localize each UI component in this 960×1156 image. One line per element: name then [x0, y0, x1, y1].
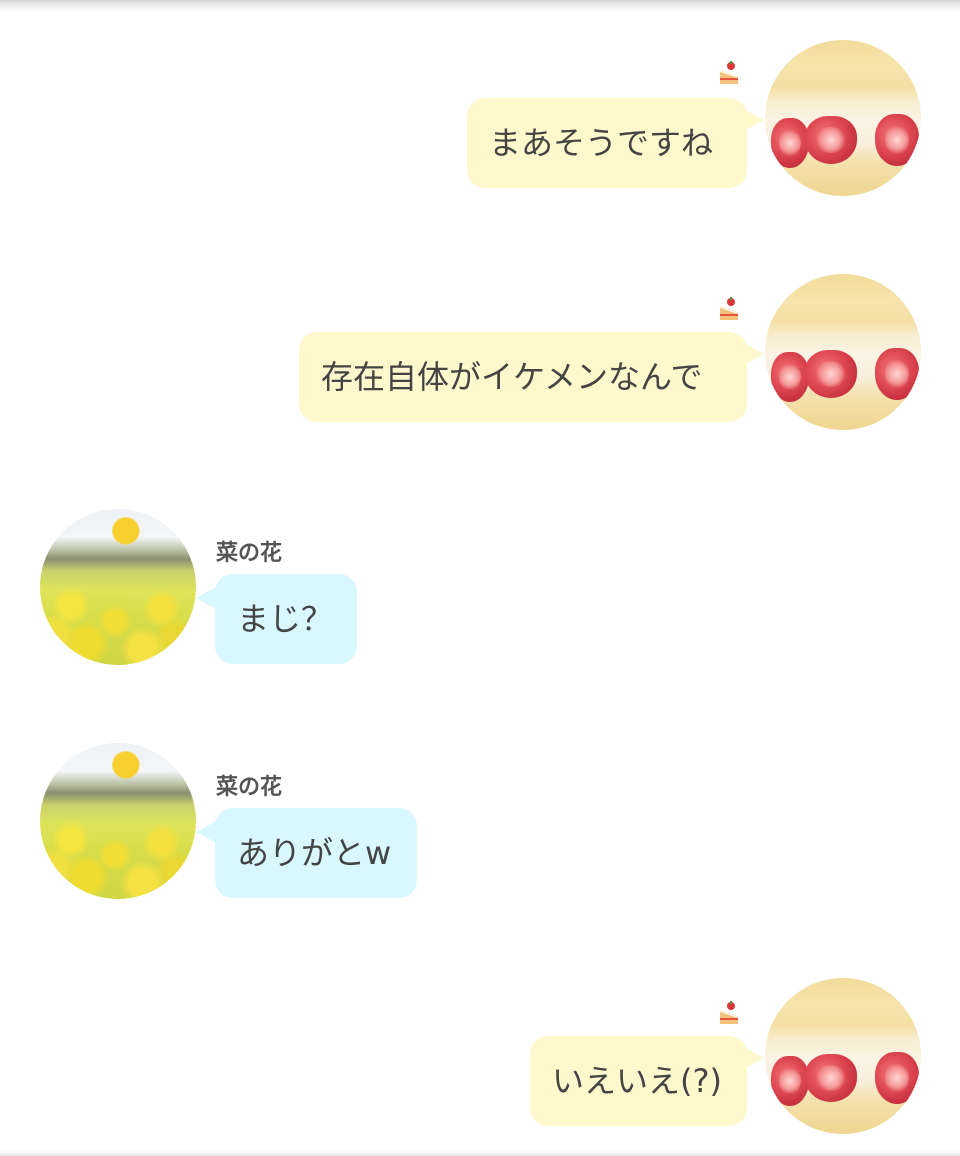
message-bubble[interactable]: まじ？: [215, 574, 357, 664]
shortcake-icon: [720, 297, 738, 320]
user-avatar[interactable]: [765, 978, 921, 1134]
message-bubble[interactable]: まあそうですね: [467, 98, 747, 188]
shortcake-icon: [720, 61, 738, 84]
contact-avatar[interactable]: [40, 743, 196, 899]
bottom-divider: [0, 1150, 960, 1156]
user-avatar[interactable]: [765, 274, 921, 430]
sender-name: 菜の花: [216, 540, 283, 565]
message-bubble[interactable]: 存在自体がイケメンなんで: [299, 332, 747, 422]
shortcake-icon: [720, 1001, 738, 1024]
message-bubble[interactable]: いえいえ(?): [530, 1036, 747, 1126]
message-bubble[interactable]: ありがとw: [215, 808, 417, 898]
sender-name: 菜の花: [216, 774, 283, 799]
contact-avatar[interactable]: [40, 509, 196, 665]
top-bar-shadow: [0, 0, 960, 12]
user-avatar[interactable]: [765, 40, 921, 196]
